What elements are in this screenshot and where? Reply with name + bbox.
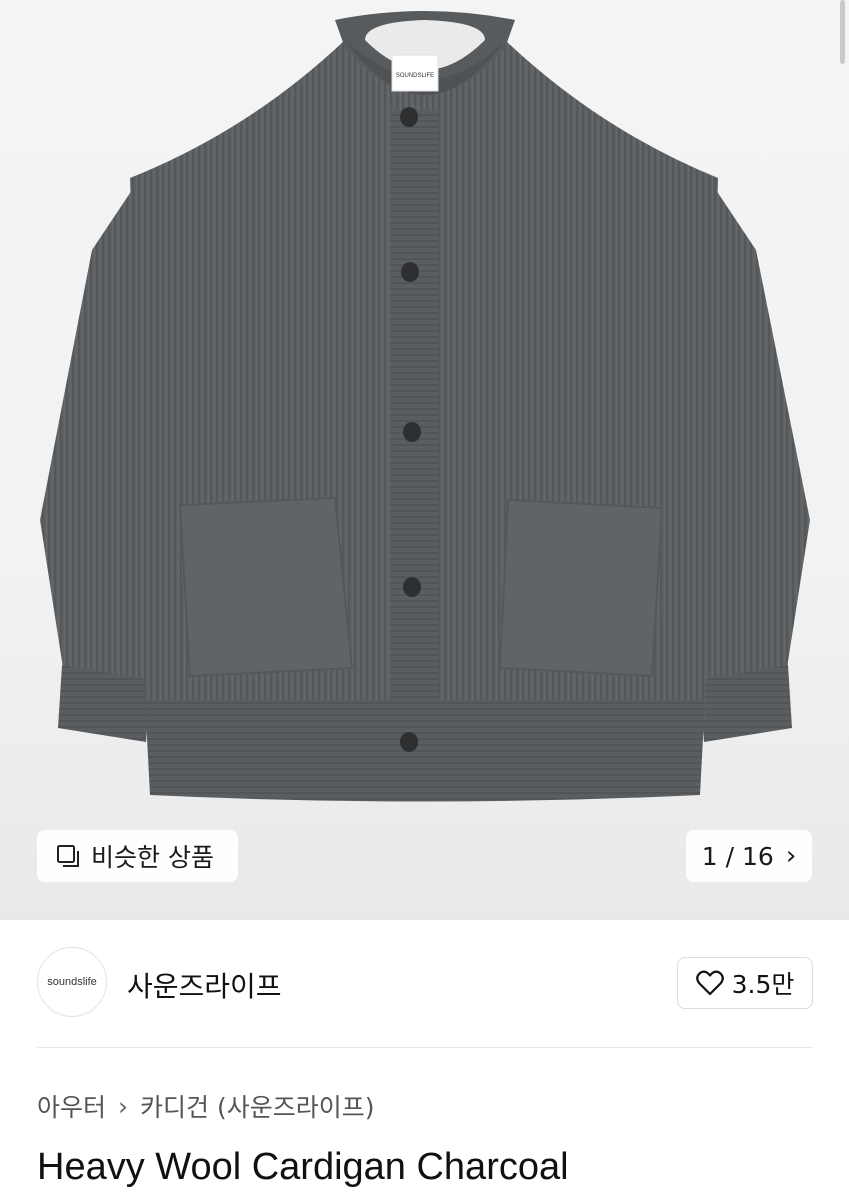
- image-counter: 1 / 16: [701, 841, 774, 871]
- breadcrumb-item-cardigan[interactable]: 카디건 (사운즈라이프): [140, 1088, 374, 1124]
- chevron-right-icon: ›: [118, 1091, 129, 1121]
- breadcrumb: 아우터 › 카디건 (사운즈라이프): [37, 1088, 374, 1124]
- product-image-gallery[interactable]: SOUNDSLIFE 비슷한 상품 1 / 16 ›: [0, 0, 849, 920]
- scrollbar-thumb[interactable]: [840, 0, 845, 64]
- chevron-right-icon: ›: [785, 841, 797, 871]
- heart-icon: [695, 970, 724, 996]
- divider: [37, 1047, 813, 1048]
- product-image: SOUNDSLIFE: [40, 11, 810, 802]
- like-button[interactable]: 3.5만: [677, 957, 813, 1009]
- brand-row[interactable]: soundslife 사운즈라이프 3.5만: [37, 945, 813, 1021]
- like-count: 3.5만: [731, 970, 795, 999]
- similar-products-label: 비슷한 상품: [91, 843, 214, 872]
- brand-logo[interactable]: soundslife: [37, 947, 107, 1017]
- neck-tag-text: SOUNDSLIFE: [396, 73, 434, 79]
- similar-products-button[interactable]: 비슷한 상품: [37, 830, 238, 882]
- breadcrumb-item-outer[interactable]: 아우터: [37, 1088, 106, 1124]
- similar-products-icon: [57, 845, 79, 867]
- product-title: Heavy Wool Cardigan Charcoal: [37, 1146, 569, 1188]
- brand-logo-text: soundslife: [47, 976, 97, 988]
- brand-name[interactable]: 사운즈라이프: [127, 965, 282, 1005]
- image-counter-button[interactable]: 1 / 16 ›: [686, 830, 812, 882]
